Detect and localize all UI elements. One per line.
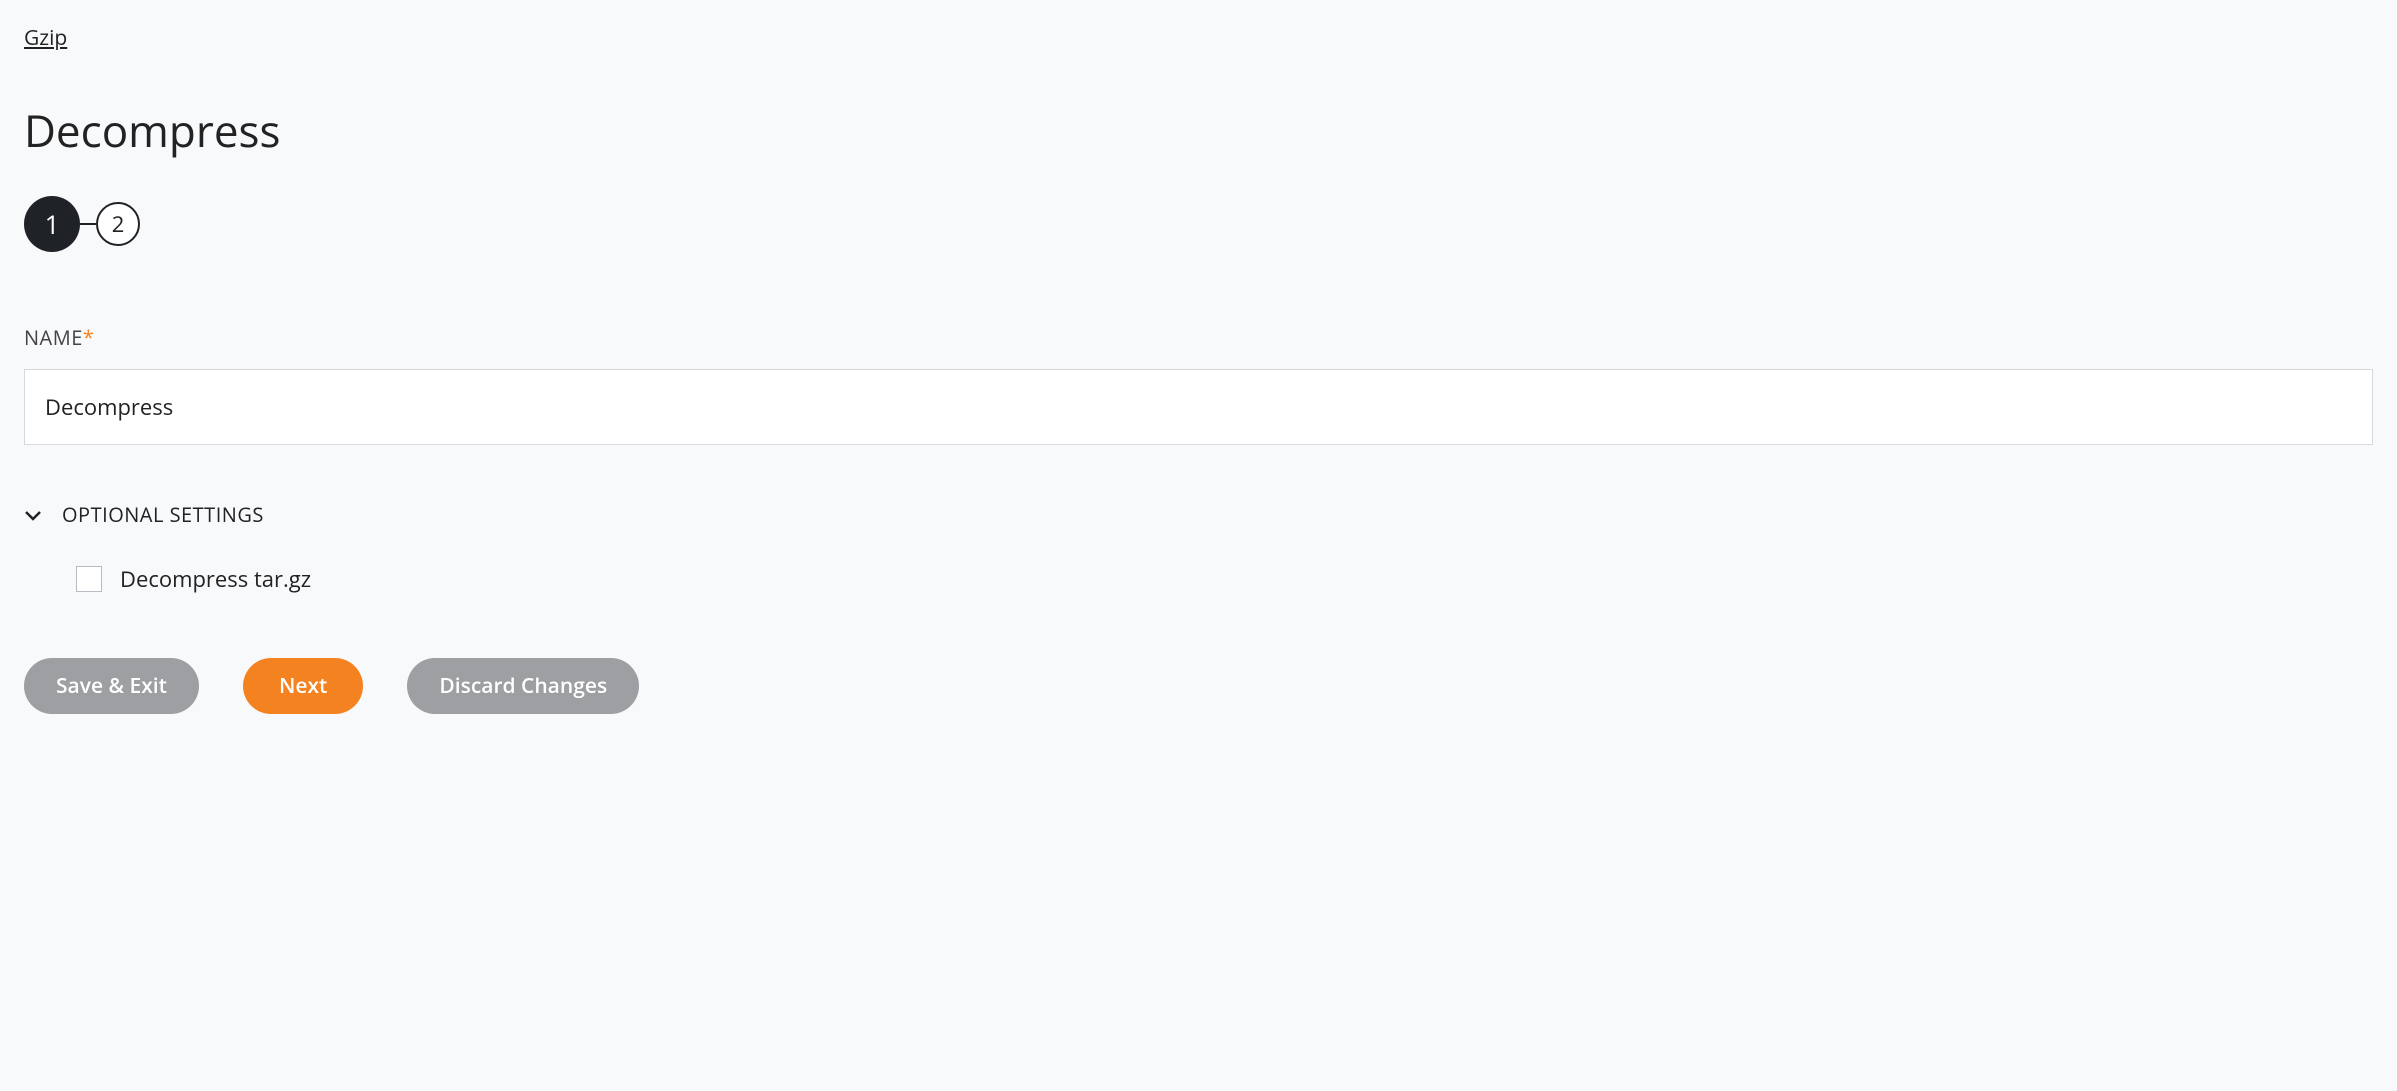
name-label-wrapper: NAME*: [24, 328, 94, 350]
stepper: 1 2: [24, 196, 2373, 252]
optional-settings-label: OPTIONAL SETTINGS: [62, 501, 264, 528]
step-2[interactable]: 2: [96, 202, 140, 246]
decompress-targz-label: Decompress tar.gz: [120, 564, 311, 594]
page-title: Decompress: [24, 100, 2373, 160]
step-1[interactable]: 1: [24, 196, 80, 252]
discard-changes-button[interactable]: Discard Changes: [407, 658, 639, 714]
name-form-group: NAME*: [24, 324, 2373, 445]
chevron-down-icon: [24, 506, 42, 524]
step-connector: [80, 223, 96, 225]
decompress-targz-row: Decompress tar.gz: [76, 564, 2373, 594]
next-button[interactable]: Next: [243, 658, 363, 714]
name-input[interactable]: [24, 369, 2373, 445]
name-label: NAME: [24, 324, 83, 351]
required-asterisk: *: [83, 324, 94, 351]
button-row: Save & Exit Next Discard Changes: [24, 658, 2373, 714]
optional-settings-toggle[interactable]: OPTIONAL SETTINGS: [24, 501, 2373, 528]
breadcrumb-link[interactable]: Gzip: [24, 24, 67, 52]
decompress-targz-checkbox[interactable]: [76, 566, 102, 592]
save-exit-button[interactable]: Save & Exit: [24, 658, 199, 714]
